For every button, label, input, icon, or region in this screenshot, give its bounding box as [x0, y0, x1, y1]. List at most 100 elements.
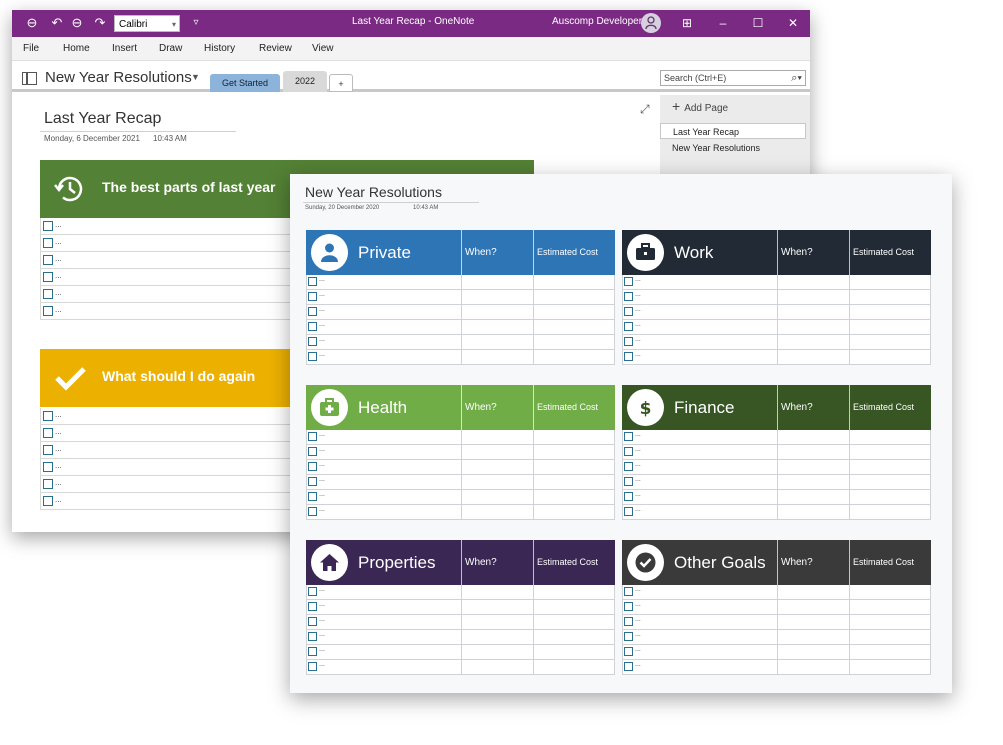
table-row[interactable]: ... [622, 615, 931, 630]
checkbox[interactable] [308, 602, 317, 611]
ribbon-display-icon[interactable]: ⊞ [676, 13, 698, 33]
checkbox[interactable] [43, 411, 53, 421]
checkbox[interactable] [624, 447, 633, 456]
undo-icon[interactable]: ↶ [49, 15, 65, 31]
checkbox[interactable] [43, 306, 53, 316]
table-row[interactable]: ... [622, 275, 931, 290]
table-row[interactable]: ... [622, 320, 931, 335]
table-row[interactable]: ... [306, 350, 615, 365]
checkbox[interactable] [308, 617, 317, 626]
page-title[interactable]: New Year Resolutions [305, 184, 442, 200]
table-row[interactable]: ... [622, 445, 931, 460]
redo-icon[interactable]: ↷ [92, 15, 108, 31]
menu-view[interactable]: View [312, 43, 334, 54]
checkbox[interactable] [624, 602, 633, 611]
menu-insert[interactable]: Insert [112, 43, 137, 54]
menu-draw[interactable]: Draw [159, 43, 182, 54]
tab-2022[interactable]: 2022 [283, 71, 327, 92]
table-row[interactable]: ... [622, 490, 931, 505]
table-row[interactable]: ... [622, 430, 931, 445]
checkbox[interactable] [308, 337, 317, 346]
tab-get-started[interactable]: Get Started [210, 74, 280, 92]
table-row[interactable]: ... [306, 430, 615, 445]
table-row[interactable]: ... [306, 615, 615, 630]
checkbox[interactable] [624, 292, 633, 301]
checkbox[interactable] [624, 632, 633, 641]
maximize-icon[interactable]: ☐ [747, 13, 769, 33]
table-row[interactable]: ... [622, 475, 931, 490]
checkbox[interactable] [43, 496, 53, 506]
checkbox[interactable] [624, 432, 633, 441]
page-item-last-year-recap[interactable]: Last Year Recap [660, 123, 806, 139]
checkbox[interactable] [624, 647, 633, 656]
menu-history[interactable]: History [204, 43, 235, 54]
table-row[interactable]: ... [306, 305, 615, 320]
checkbox[interactable] [43, 428, 53, 438]
checkbox[interactable] [624, 662, 633, 671]
checkbox[interactable] [308, 432, 317, 441]
table-row[interactable]: ... [306, 275, 615, 290]
checkbox[interactable] [308, 292, 317, 301]
search-input[interactable]: Search (Ctrl+E) ⌕▾ [660, 70, 806, 86]
avatar[interactable] [641, 13, 661, 33]
table-row[interactable]: ... [306, 630, 615, 645]
checkbox[interactable] [624, 507, 633, 516]
table-row[interactable]: ... [306, 460, 615, 475]
user-name[interactable]: Auscomp Developer [552, 16, 642, 27]
table-row[interactable]: ... [622, 630, 931, 645]
checkbox[interactable] [308, 477, 317, 486]
checkbox[interactable] [43, 479, 53, 489]
checkbox[interactable] [43, 462, 53, 472]
menu-review[interactable]: Review [259, 43, 292, 54]
checkbox[interactable] [624, 587, 633, 596]
table-row[interactable]: ... [306, 660, 615, 675]
table-row[interactable]: ... [622, 350, 931, 365]
checkbox[interactable] [308, 507, 317, 516]
chevron-down-icon[interactable]: ▼ [191, 72, 200, 82]
checkbox[interactable] [43, 221, 53, 231]
notebook-name[interactable]: New Year Resolutions [45, 69, 192, 86]
table-row[interactable]: ... [306, 505, 615, 520]
table-row[interactable]: ... [306, 445, 615, 460]
checkbox[interactable] [624, 492, 633, 501]
checkbox[interactable] [624, 277, 633, 286]
add-page-button[interactable]: + Add Page [672, 98, 728, 114]
customize-toolbar-icon[interactable]: ▿ [188, 15, 204, 31]
checkbox[interactable] [624, 617, 633, 626]
table-row[interactable]: ... [306, 490, 615, 505]
table-row[interactable]: ... [622, 600, 931, 615]
table-row[interactable]: ... [306, 335, 615, 350]
checkbox[interactable] [43, 272, 53, 282]
checkbox[interactable] [308, 277, 317, 286]
table-row[interactable]: ... [622, 290, 931, 305]
expand-icon[interactable]: ⤢ [640, 102, 650, 117]
table-row[interactable]: ... [622, 305, 931, 320]
menu-home[interactable]: Home [63, 43, 90, 54]
checkbox[interactable] [308, 632, 317, 641]
checkbox[interactable] [624, 307, 633, 316]
search-icon[interactable]: ⌕▾ [791, 71, 802, 85]
checkbox[interactable] [308, 662, 317, 671]
menu-file[interactable]: File [23, 43, 39, 54]
checkbox[interactable] [308, 647, 317, 656]
checkbox[interactable] [308, 307, 317, 316]
table-row[interactable]: ... [622, 505, 931, 520]
checkbox[interactable] [624, 337, 633, 346]
page-item-new-year-resolutions[interactable]: New Year Resolutions [660, 140, 806, 156]
table-row[interactable]: ... [306, 290, 615, 305]
notebook-icon[interactable] [22, 72, 37, 85]
checkbox[interactable] [43, 445, 53, 455]
table-row[interactable]: ... [622, 460, 931, 475]
checkbox[interactable] [308, 587, 317, 596]
checkbox[interactable] [43, 255, 53, 265]
add-section-button[interactable]: + [329, 74, 353, 92]
back-icon[interactable]: ⊖ [24, 15, 40, 31]
font-selector[interactable]: Calibri ▾ [114, 15, 180, 32]
table-row[interactable]: ... [622, 335, 931, 350]
table-row[interactable]: ... [306, 600, 615, 615]
checkbox[interactable] [624, 352, 633, 361]
table-row[interactable]: ... [622, 645, 931, 660]
checkbox[interactable] [308, 322, 317, 331]
checkbox[interactable] [43, 289, 53, 299]
checkbox[interactable] [308, 492, 317, 501]
